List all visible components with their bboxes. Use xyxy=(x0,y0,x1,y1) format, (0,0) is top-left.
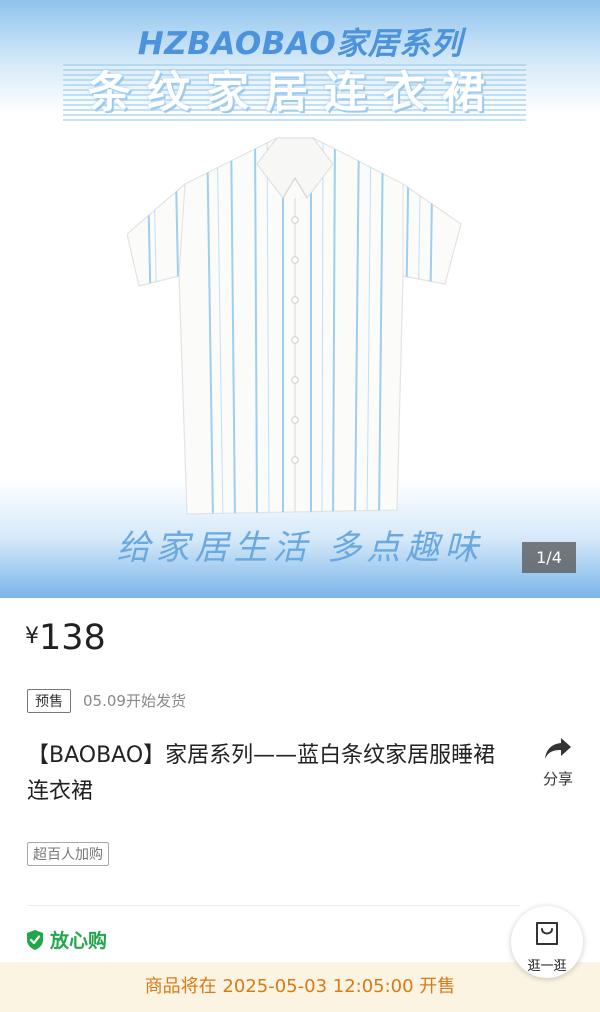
product-price: ¥138 xyxy=(25,618,106,658)
shopping-bag-icon xyxy=(536,922,558,945)
presale-row: 预售 05.09开始发货 xyxy=(27,688,186,713)
price-value: 138 xyxy=(39,618,106,658)
collection-title: 条纹家居连衣裙 xyxy=(63,64,526,122)
sale-start-notice: 商品将在 2025-05-03 12:05:00 开售 xyxy=(0,962,600,1012)
stroll-label: 逛一逛 xyxy=(527,959,567,974)
assurance-badge[interactable]: 放心购 xyxy=(25,926,107,953)
presale-badge: 预售 xyxy=(27,688,71,713)
striped-dress-image xyxy=(127,137,462,515)
brand-series-title: HZBAOBAO家居系列 xyxy=(137,26,463,62)
gallery-tagline: 给家居生活 多点趣味 xyxy=(116,528,484,568)
image-counter: 1/4 xyxy=(522,542,576,573)
shield-check-icon xyxy=(27,929,43,950)
product-image-gallery[interactable]: HZBAOBAO家居系列 条纹家居连衣裙 给家居生活 多点趣味 1/4 xyxy=(0,0,600,598)
popularity-tag: 超百人加购 xyxy=(27,842,109,866)
product-title: 【BAOBAO】家居系列——蓝白条纹家居服睡裙连衣裙 xyxy=(27,743,496,804)
section-divider xyxy=(27,905,520,906)
stroll-button[interactable]: 逛一逛 xyxy=(511,906,583,978)
assurance-label: 放心购 xyxy=(50,930,108,952)
share-button[interactable]: 分享 xyxy=(536,736,580,789)
share-arrow-icon xyxy=(545,738,571,759)
currency-symbol: ¥ xyxy=(25,624,39,649)
ship-date: 05.09开始发货 xyxy=(83,692,186,710)
share-label: 分享 xyxy=(542,770,573,788)
